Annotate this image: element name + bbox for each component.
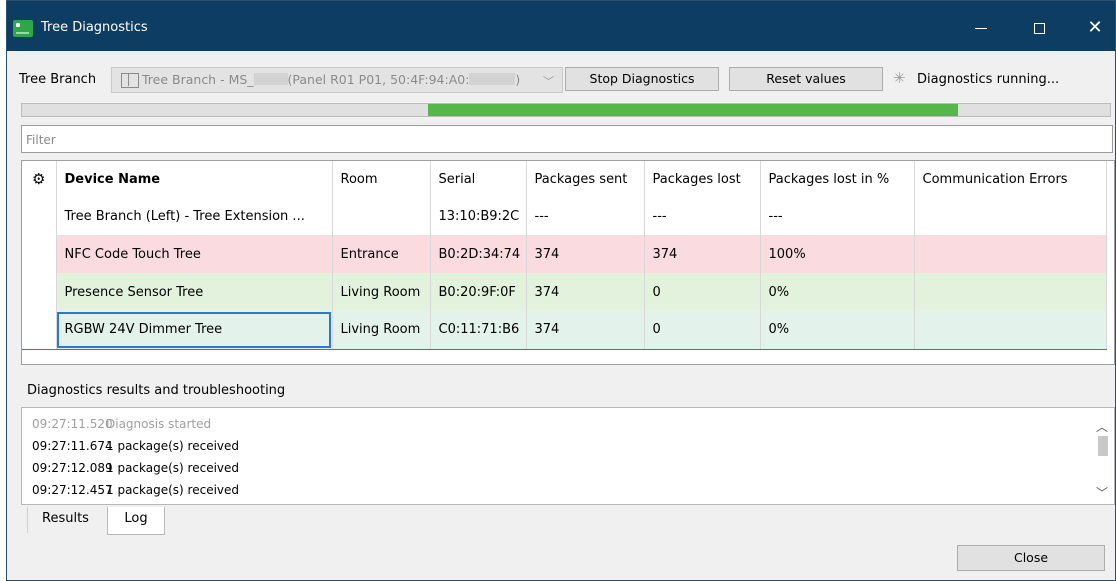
tree-branch-label: Tree Branch (19, 72, 97, 87)
minimize-icon (975, 28, 987, 29)
column-header-device-name[interactable]: Device Name (56, 161, 333, 197)
filter-input[interactable]: Filter (21, 125, 1113, 153)
scrollbar-thumb[interactable] (1098, 436, 1108, 456)
maximize-button[interactable] (1017, 15, 1061, 41)
communication-errors-cell (914, 197, 1107, 235)
serial-cell: C0:11:71:B6 (430, 311, 527, 350)
tree-branch-select[interactable]: Tree Branch - MS_ (Panel R01 P01, 50:4F:9… (111, 67, 563, 93)
packages-lost-pct-cell: 100% (760, 235, 915, 273)
column-header-communication-errors[interactable]: Communication Errors (914, 161, 1107, 197)
room-cell: Living Room (332, 311, 431, 350)
log-message: Diagnosis started (106, 417, 212, 431)
tree-diagnostics-window: Tree Diagnostics ✕ Tree Branch Tree Bran… (6, 0, 1116, 581)
stop-diagnostics-button[interactable]: Stop Diagnostics (565, 67, 719, 91)
room-cell: Entrance (332, 235, 431, 273)
window-title: Tree Diagnostics (41, 20, 148, 35)
packages-lost-cell: 374 (644, 235, 761, 273)
branch-select-middle: (Panel R01 P01, 50:4F:94:A0: (287, 72, 470, 87)
room-cell: Living Room (332, 273, 431, 311)
column-header-packages-lost-pct[interactable]: Packages lost in % (760, 161, 915, 197)
communication-errors-cell (914, 235, 1107, 273)
communication-errors-cell (914, 311, 1107, 350)
table-row[interactable]: Presence Sensor Tree Living Room B0:20:9… (22, 273, 1107, 311)
log-output[interactable]: 09:27:11.520Diagnosis started 09:27:11.6… (21, 407, 1115, 505)
progress-fill (428, 104, 958, 116)
log-entry: 09:27:12.0891 package(s) received (32, 461, 239, 475)
table-header-row: ⚙ Device Name Room Serial Packages sent … (22, 161, 1107, 197)
close-button[interactable]: Close (957, 545, 1105, 571)
serial-cell: 13:10:B9:2C (430, 197, 527, 235)
branch-select-suffix: ) (515, 72, 521, 87)
column-header-packages-lost[interactable]: Packages lost (644, 161, 761, 197)
chevron-down-icon: ﹀ (543, 75, 554, 88)
table-row-selected[interactable]: RGBW 24V Dimmer Tree Living Room C0:11:7… (22, 311, 1107, 350)
packages-lost-pct-cell: 0% (760, 273, 915, 311)
row-gutter (22, 235, 57, 273)
log-entry: 09:27:11.6741 package(s) received (32, 439, 239, 453)
log-message: 1 package(s) received (106, 461, 240, 475)
serial-cell: B0:20:9F:0F (430, 273, 527, 311)
gear-icon: ⚙ (32, 170, 46, 188)
scroll-up-icon[interactable]: ︿ (1096, 418, 1108, 435)
redacted-text (253, 73, 288, 85)
app-icon (13, 20, 33, 37)
devices-table: ⚙ Device Name Room Serial Packages sent … (21, 160, 1115, 365)
tab-results[interactable]: Results (27, 507, 103, 533)
reset-values-button[interactable]: Reset values (729, 67, 883, 91)
tab-log[interactable]: Log (107, 507, 165, 535)
device-name-cell: NFC Code Touch Tree (56, 235, 333, 273)
redacted-text (469, 73, 516, 85)
device-name-cell[interactable]: RGBW 24V Dimmer Tree (56, 311, 333, 350)
packages-sent-cell: 374 (526, 311, 645, 350)
scroll-down-icon[interactable]: ﹀ (1096, 484, 1108, 501)
diagnostics-status: Diagnostics running... (917, 72, 1060, 87)
title-bar: Tree Diagnostics ✕ (7, 1, 1115, 51)
device-name-cell: Tree Branch (Left) - Tree Extension ... (56, 197, 333, 235)
close-icon: ✕ (1087, 17, 1103, 38)
panel-icon (121, 73, 139, 88)
row-gutter (22, 311, 57, 350)
serial-cell: B0:2D:34:74 (430, 235, 527, 273)
log-message: 1 package(s) received (106, 483, 240, 497)
packages-lost-cell: 0 (644, 311, 761, 350)
column-header-room[interactable]: Room (332, 161, 431, 197)
diagnostics-progress-bar (21, 103, 1111, 117)
log-time: 09:27:12.457 (32, 483, 113, 497)
log-entry: 09:27:11.520Diagnosis started (32, 417, 211, 431)
log-time: 09:27:11.674 (32, 439, 113, 453)
maximize-icon (1033, 23, 1045, 34)
results-section-title: Diagnostics results and troubleshooting (27, 383, 286, 398)
packages-lost-cell: --- (644, 197, 761, 235)
packages-sent-cell: 374 (526, 235, 645, 273)
table-row[interactable]: Tree Branch (Left) - Tree Extension ... … (22, 197, 1107, 235)
log-time: 09:27:11.520 (32, 417, 113, 431)
spinner-icon: ✳ (893, 69, 906, 87)
device-name-cell: Presence Sensor Tree (56, 273, 333, 311)
column-settings-button[interactable]: ⚙ (22, 161, 57, 197)
window-close-button[interactable]: ✕ (1073, 15, 1116, 41)
row-gutter (22, 197, 57, 235)
room-cell (332, 197, 431, 235)
log-message: 1 package(s) received (106, 439, 240, 453)
column-header-serial[interactable]: Serial (430, 161, 527, 197)
column-header-packages-sent[interactable]: Packages sent (526, 161, 645, 197)
log-time: 09:27:12.089 (32, 461, 113, 475)
packages-lost-pct-cell: --- (760, 197, 915, 235)
minimize-button[interactable] (959, 15, 1003, 41)
packages-lost-cell: 0 (644, 273, 761, 311)
communication-errors-cell (914, 273, 1107, 311)
branch-select-prefix: Tree Branch - MS_ (142, 72, 254, 87)
packages-sent-cell: --- (526, 197, 645, 235)
table-row[interactable]: NFC Code Touch Tree Entrance B0:2D:34:74… (22, 235, 1107, 273)
row-gutter (22, 273, 57, 311)
toolbar: Tree Branch Tree Branch - MS_ (Panel R01 … (7, 61, 1115, 97)
log-entry: 09:27:12.4571 package(s) received (32, 483, 239, 497)
packages-sent-cell: 374 (526, 273, 645, 311)
packages-lost-pct-cell: 0% (760, 311, 915, 350)
